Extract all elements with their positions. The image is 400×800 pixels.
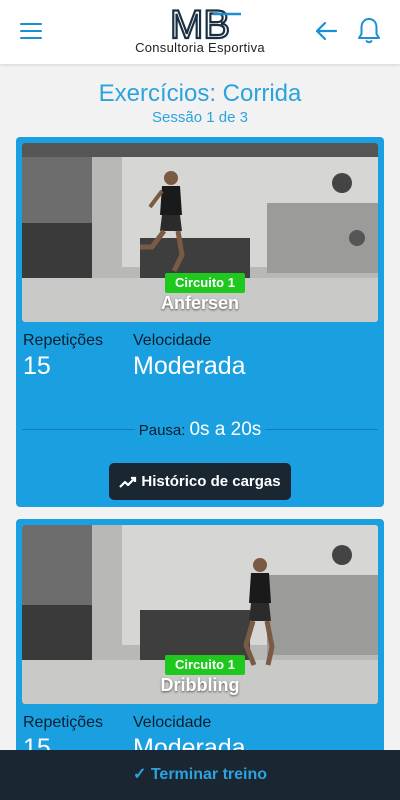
finish-workout-label: ✓ Terminar treino [132,766,268,783]
hamburger-menu-icon[interactable] [20,22,42,40]
load-history-button[interactable]: Histórico de cargas [109,463,291,500]
session-indicator: Sessão 1 de 3 [152,109,248,126]
reps-label: Repetições [23,332,104,349]
reps-value: 15 [23,734,51,750]
arrow-left-icon[interactable] [313,18,339,44]
speed-value: Moderada [133,734,246,750]
mb-logo-mark: MB [169,2,241,42]
finish-workout-button[interactable]: ✓ Terminar treino [0,750,400,800]
bell-icon[interactable] [356,16,382,46]
svg-text:MB: MB [170,3,230,42]
pause-info: Pausa: 0s a 20s [16,419,384,441]
exercise-card: Circuito 1 Anfersen Repetições 15 Veloci… [16,137,384,507]
app-header: MB Consultoria Esportiva [0,0,400,64]
reps-value: 15 [23,352,51,380]
exercise-video-thumbnail[interactable]: Circuito 1 Dribbling [22,525,378,704]
speed-label: Velocidade [133,714,212,731]
exercise-video-thumbnail[interactable]: Circuito 1 Anfersen [22,143,378,322]
load-history-label: Histórico de cargas [141,473,281,490]
brand-logo: MB Consultoria Esportiva [125,2,275,58]
speed-value: Moderada [133,352,246,380]
reps-label: Repetições [23,714,104,731]
pause-label: Pausa: [136,422,188,439]
exercise-card: Circuito 1 Dribbling Repetições 15 Veloc… [16,519,384,750]
brand-subtitle: Consultoria Esportiva [135,40,265,55]
pause-value: 0s a 20s [187,419,264,440]
exercise-name: Dribbling [160,675,240,695]
speed-label: Velocidade [133,332,212,349]
page-title: Exercícios: Corrida [98,80,302,107]
exercise-name: Anfersen [160,293,240,313]
circuit-badge: Circuito 1 [165,655,245,675]
workout-content: Exercícios: Corrida Sessão 1 de 3 Circui… [0,64,400,750]
circuit-badge: Circuito 1 [165,273,245,293]
trending-up-icon [119,476,137,488]
